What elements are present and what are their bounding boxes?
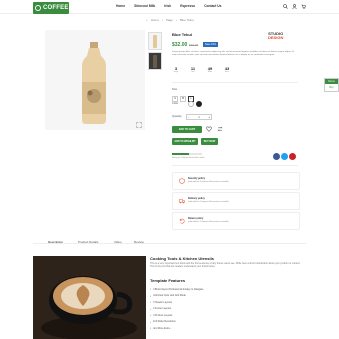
breadcrumb-item[interactable]: Home [151,18,159,22]
nav-item-irish[interactable]: Irish [164,4,171,8]
policy-title: Delivery policy [188,197,205,200]
quantity-increase-button[interactable]: + [209,116,210,119]
thumbnail-2[interactable] [148,52,162,70]
countdown-mins: 49 Mins [207,66,213,73]
product-price: $32.00 [172,42,188,48]
list-item: And More Extra... [150,325,203,332]
countdown-secs: 43 Secs [224,66,230,73]
countdown-hours: 11 Hrs [190,66,196,73]
floating-demo-widget[interactable]: Demo Buy [324,78,339,92]
logo-text: COFFEE [43,5,69,11]
quantity-value: 1 [198,115,200,119]
nav-item-skincool-milk[interactable]: Skincool Milk [134,4,155,8]
features-list: 4 Brand layout Professional & Easy to Na… [150,286,203,332]
delivery-policy-block: Delivery policy (edit with the Customer … [172,192,300,210]
shield-icon [179,178,185,184]
policy-description: (edit with the Customer Reassurance modu… [188,181,229,183]
product-main-image[interactable] [45,30,145,130]
nav-item-contact[interactable]: Contact Us [204,4,221,8]
compare-icon[interactable] [217,126,223,132]
bottle-thumb-image [153,35,157,48]
policy-description: (edit with the Customer Reassurance modu… [188,201,229,203]
tabs-divider [33,243,306,244]
bottle-thumb-image [153,55,157,68]
policy-title: Security policy [188,177,206,180]
product-old-price: $36.00 [189,43,199,47]
search-icon[interactable] [283,4,288,9]
buy-label[interactable]: Buy [325,86,338,89]
quantity-label: Quantity [172,115,182,118]
buy-now-button[interactable]: BUY NOW [201,138,218,145]
product-title: Blue Tekui [172,32,192,37]
article-title: Cooking Tools & Kitchen Utensils [150,256,214,261]
quantity-stepper[interactable]: − 1 + [186,114,212,120]
color-swatch-black[interactable] [196,101,202,107]
zoom-icon[interactable] [136,122,142,128]
policy-description: (edit with the Customer Reassurance modu… [188,221,229,223]
size-option-m[interactable]: M [180,96,186,102]
return-policy-block: Return policy (edit with the Customer Re… [172,212,300,230]
breadcrumb-item[interactable]: Page [166,18,173,22]
color-swatch-white[interactable] [188,101,194,107]
quantity-decrease-button[interactable]: − [188,116,189,119]
countdown-timer: 3 Days 11 Hrs 49 Mins 43 Secs [172,66,231,73]
breadcrumb: ⌂ Home › Page › Blue Tekui [146,18,194,22]
features-title: Template Features [150,278,186,283]
product-short-description: Lorem ipsum dolor sit amet, consectetur … [172,51,294,56]
stock-progress-bar [172,153,202,155]
main-nav: Home Skincool Milk Irish Espresso Contac… [116,4,221,8]
demo-label: Demo [325,79,338,84]
discount-badge: Save 10% [203,42,218,47]
site-logo[interactable]: COFFEE [33,2,69,14]
breadcrumb-current: Blue Tekui [179,18,194,22]
add-to-wishlist-button[interactable]: ADD TO WISHLIST [172,138,198,145]
user-icon[interactable] [292,4,297,9]
security-policy-block: Security policy (edit with the Customer … [172,172,300,190]
breadcrumb-home-icon[interactable]: ⌂ [146,18,148,22]
nav-item-espresso[interactable]: Espresso [180,4,195,8]
bottle-image [82,42,106,124]
latte-art-illustration [33,256,146,339]
stock-text: Hurry up! Only few items left in stock [172,157,205,159]
nav-item-home[interactable]: Home [116,4,125,8]
color-label: Color [172,102,179,105]
divider [172,165,298,166]
header-icons [283,4,306,9]
facebook-share-icon[interactable] [273,153,280,160]
cart-icon[interactable] [301,4,306,9]
size-label: Size [172,88,178,91]
stock-progress-fill [172,153,189,155]
coffee-cup-icon [35,5,41,11]
brand-logo[interactable]: STUDIO DESIGN [268,31,283,40]
countdown-days: 3 Days [173,66,179,73]
site-header: COFFEE Home Skincool Milk Irish Espresso… [0,0,339,14]
heart-icon[interactable] [206,126,212,132]
add-to-cart-button[interactable]: ADD TO CART [172,126,202,133]
twitter-share-icon[interactable] [281,153,288,160]
divider [172,82,298,83]
pinterest-share-icon[interactable] [289,153,296,160]
article-text: This is a very important text block and … [150,262,301,269]
thumbnail-1[interactable] [148,32,162,50]
truck-icon [179,199,185,204]
coffee-cup-image [33,256,146,339]
policy-title: Return policy [188,217,204,220]
return-icon [179,218,185,224]
